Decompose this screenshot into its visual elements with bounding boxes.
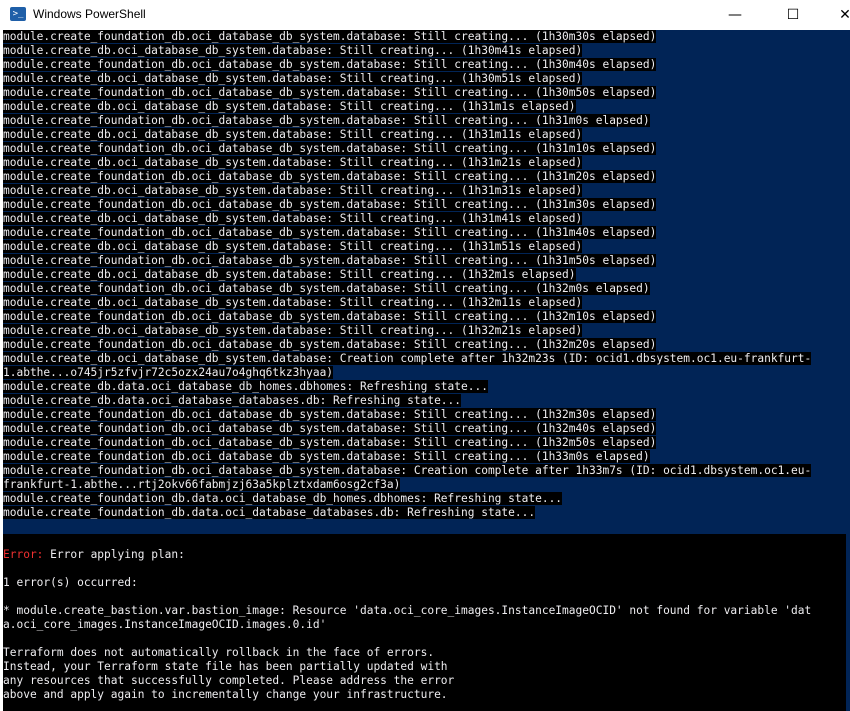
log-line-text: module.create_db.oci_database_db_system.…: [3, 212, 583, 225]
log-line-text: frankfurt-1.abthe...rtj2okv66fabmjzj63a5…: [3, 478, 401, 491]
error-detail-line: * module.create_bastion.var.bastion_imag…: [3, 604, 812, 617]
log-line: module.create_foundation_db.oci_database…: [3, 254, 850, 268]
log-line: module.create_foundation_db.oci_database…: [3, 436, 850, 450]
log-line: module.create_db.oci_database_db_system.…: [3, 324, 850, 338]
log-line: module.create_foundation_db.oci_database…: [3, 464, 850, 478]
log-line-text: module.create_foundation_db.oci_database…: [3, 450, 650, 463]
log-line: module.create_foundation_db.oci_database…: [3, 422, 850, 436]
log-line: module.create_foundation_db.oci_database…: [3, 198, 850, 212]
log-line-text: module.create_foundation_db.oci_database…: [3, 226, 657, 239]
log-line: module.create_db.oci_database_db_system.…: [3, 296, 850, 310]
log-line: module.create_foundation_db.oci_database…: [3, 408, 850, 422]
error-label: Error:: [3, 548, 44, 561]
log-line-text: module.create_db.oci_database_db_system.…: [3, 268, 576, 281]
log-line: module.create_foundation_db.oci_database…: [3, 226, 850, 240]
log-line-text: module.create_db.oci_database_db_system.…: [3, 352, 812, 365]
log-line: 1.abthe...o745jr5zfvjr72c5ozx24au7o4ghq6…: [3, 366, 850, 380]
log-line: module.create_foundation_db.data.oci_dat…: [3, 506, 850, 520]
note-line: Instead, your Terraform state file has b…: [3, 660, 448, 673]
log-line: module.create_foundation_db.oci_database…: [3, 282, 850, 296]
log-line-text: module.create_foundation_db.oci_database…: [3, 422, 657, 435]
log-line: module.create_foundation_db.oci_database…: [3, 450, 850, 464]
error-output: Error: Error applying plan: 1 error(s) o…: [3, 534, 850, 711]
console-output[interactable]: module.create_foundation_db.oci_database…: [3, 30, 850, 711]
log-line: module.create_foundation_db.oci_database…: [3, 310, 850, 324]
log-output: module.create_foundation_db.oci_database…: [3, 30, 850, 520]
log-line: module.create_db.oci_database_db_system.…: [3, 100, 850, 114]
log-line: module.create_db.oci_database_db_system.…: [3, 268, 850, 282]
log-line-text: 1.abthe...o745jr5zfvjr72c5ozx24au7o4ghq6…: [3, 366, 334, 379]
log-line-text: module.create_foundation_db.oci_database…: [3, 282, 650, 295]
log-line: module.create_db.oci_database_db_system.…: [3, 240, 850, 254]
log-line-text: module.create_db.oci_database_db_system.…: [3, 44, 583, 57]
powershell-window: >_ Windows PowerShell — ☐ ✕ module.creat…: [0, 0, 850, 711]
log-line: module.create_db.oci_database_db_system.…: [3, 352, 850, 366]
powershell-icon: >_: [10, 7, 26, 21]
log-line: module.create_db.oci_database_db_system.…: [3, 184, 850, 198]
log-line-text: module.create_foundation_db.oci_database…: [3, 310, 657, 323]
log-line-text: module.create_foundation_db.oci_database…: [3, 114, 650, 127]
log-line-text: module.create_foundation_db.data.oci_dat…: [3, 492, 563, 505]
error-message: Error applying plan:: [43, 548, 185, 561]
log-line-text: module.create_foundation_db.oci_database…: [3, 142, 657, 155]
log-line-text: module.create_db.oci_database_db_system.…: [3, 240, 583, 253]
log-line: module.create_db.oci_database_db_system.…: [3, 72, 850, 86]
log-line-text: module.create_db.data.oci_database_datab…: [3, 394, 462, 407]
log-line: module.create_foundation_db.oci_database…: [3, 86, 850, 100]
title-bar[interactable]: >_ Windows PowerShell — ☐ ✕: [0, 0, 850, 30]
log-line-text: module.create_foundation_db.oci_database…: [3, 170, 657, 183]
log-line-text: module.create_foundation_db.oci_database…: [3, 436, 657, 449]
log-line-text: module.create_db.oci_database_db_system.…: [3, 72, 583, 85]
log-line: module.create_foundation_db.oci_database…: [3, 142, 850, 156]
log-line-text: module.create_db.data.oci_database_db_ho…: [3, 380, 488, 393]
log-line-text: module.create_foundation_db.oci_database…: [3, 86, 657, 99]
note-line: any resources that successfully complete…: [3, 674, 455, 687]
log-line-text: module.create_db.oci_database_db_system.…: [3, 296, 583, 309]
log-line-text: module.create_foundation_db.data.oci_dat…: [3, 506, 536, 519]
log-line: frankfurt-1.abthe...rtj2okv66fabmjzj63a5…: [3, 478, 850, 492]
log-line-text: module.create_foundation_db.oci_database…: [3, 254, 657, 267]
log-line-text: module.create_foundation_db.oci_database…: [3, 338, 657, 351]
log-line: module.create_foundation_db.oci_database…: [3, 114, 850, 128]
log-line: module.create_db.data.oci_database_datab…: [3, 394, 850, 408]
scrollbar[interactable]: [846, 30, 850, 711]
error-count-line: 1 error(s) occurred:: [3, 576, 138, 589]
log-line: module.create_db.data.oci_database_db_ho…: [3, 380, 850, 394]
log-line-text: module.create_foundation_db.oci_database…: [3, 464, 812, 477]
log-line-text: module.create_db.oci_database_db_system.…: [3, 156, 583, 169]
window-title: Windows PowerShell: [33, 7, 146, 21]
log-line: module.create_foundation_db.oci_database…: [3, 338, 850, 352]
close-button[interactable]: ✕: [822, 0, 850, 30]
minimize-button[interactable]: —: [712, 0, 758, 30]
log-line: module.create_db.oci_database_db_system.…: [3, 212, 850, 226]
log-line-text: module.create_foundation_db.oci_database…: [3, 198, 657, 211]
error-detail-line: a.oci_core_images.InstanceImageOCID.imag…: [3, 618, 327, 631]
log-line: module.create_db.oci_database_db_system.…: [3, 156, 850, 170]
log-line-text: module.create_db.oci_database_db_system.…: [3, 324, 583, 337]
log-line: module.create_foundation_db.data.oci_dat…: [3, 492, 850, 506]
note-line: above and apply again to incrementally c…: [3, 688, 448, 701]
error-line: Error: Error applying plan:: [3, 548, 850, 562]
maximize-button[interactable]: ☐: [770, 0, 816, 30]
log-line-text: module.create_foundation_db.oci_database…: [3, 58, 657, 71]
log-line: module.create_foundation_db.oci_database…: [3, 170, 850, 184]
log-line: module.create_db.oci_database_db_system.…: [3, 44, 850, 58]
note-line: Terraform does not automatically rollbac…: [3, 646, 435, 659]
log-line-text: module.create_db.oci_database_db_system.…: [3, 100, 576, 113]
log-line: module.create_foundation_db.oci_database…: [3, 30, 850, 44]
log-line-text: module.create_db.oci_database_db_system.…: [3, 128, 583, 141]
log-line-text: module.create_foundation_db.oci_database…: [3, 30, 657, 43]
log-line-text: module.create_db.oci_database_db_system.…: [3, 184, 583, 197]
log-line: module.create_db.oci_database_db_system.…: [3, 128, 850, 142]
log-line: module.create_foundation_db.oci_database…: [3, 58, 850, 72]
log-line-text: module.create_foundation_db.oci_database…: [3, 408, 657, 421]
